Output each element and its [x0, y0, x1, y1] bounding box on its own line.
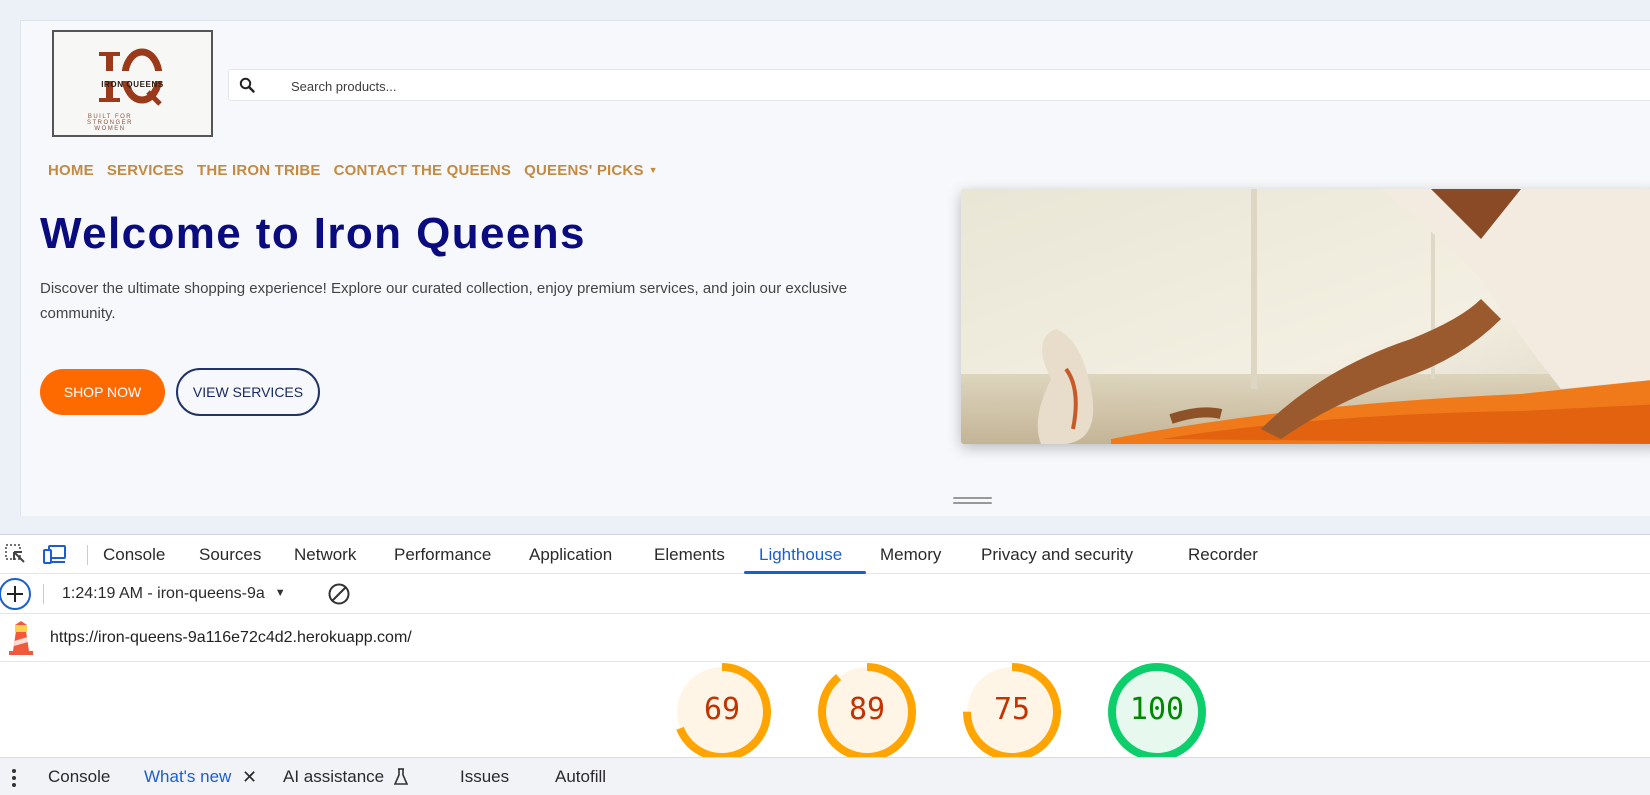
clear-reports-icon[interactable]	[327, 582, 351, 606]
report-select-value: 1:24:19 AM - iron-queens-9a	[62, 585, 265, 602]
logo-brand-name: IRON QUEENS	[101, 80, 164, 89]
lighthouse-icon	[9, 621, 33, 655]
tab-application[interactable]: Application	[529, 545, 612, 565]
experiment-flask-icon	[394, 768, 408, 785]
nav-queens-picks-label: QUEENS' PICKS	[524, 162, 644, 179]
drawer-tab-issues[interactable]: Issues	[460, 767, 509, 787]
search-bar	[228, 69, 1650, 101]
hero-description: Discover the ultimate shopping experienc…	[40, 280, 848, 322]
tab-lighthouse[interactable]: Lighthouse	[759, 545, 842, 565]
tab-privacy-security[interactable]: Privacy and security	[981, 545, 1133, 565]
lighthouse-toolbar: 1:24:19 AM - iron-queens-9a ▼	[0, 574, 1650, 614]
tab-console[interactable]: Console	[103, 545, 165, 565]
drawer-tab-bar: Console What's new ✕ AI assistance Issue…	[0, 757, 1650, 795]
main-nav: HOME SERVICES THE IRON TRIBE CONTACT THE…	[48, 162, 671, 182]
chevron-down-icon: ▼	[274, 587, 286, 599]
woman-stretching-photo	[961, 189, 1650, 444]
score-gauge-1[interactable]: 69	[672, 662, 772, 757]
score-gauge-3-value: 75	[993, 692, 1031, 727]
more-options-icon[interactable]	[10, 768, 18, 788]
toolbar-divider	[43, 584, 44, 604]
search-icon[interactable]	[239, 77, 255, 93]
tab-network[interactable]: Network	[294, 545, 356, 565]
nav-contact[interactable]: CONTACT THE QUEENS	[334, 162, 512, 182]
close-tab-icon[interactable]: ✕	[242, 767, 257, 788]
page-viewport: IRON QUEENS BUILT FOR STRONGER WOMEN HOM…	[20, 20, 1650, 516]
tab-memory[interactable]: Memory	[880, 545, 941, 565]
score-gauge-1-value: 69	[703, 692, 741, 727]
score-gauge-2[interactable]: 89	[817, 662, 917, 757]
audited-url-bar: https://iron-queens-9a116e72c4d2.herokua…	[0, 614, 1650, 662]
toolbar-divider	[87, 545, 88, 565]
nav-queens-picks-dropdown[interactable]: QUEENS' PICKS ▼	[524, 162, 658, 182]
audited-url: https://iron-queens-9a116e72c4d2.herokua…	[50, 629, 412, 646]
site-logo[interactable]: IRON QUEENS BUILT FOR STRONGER WOMEN	[52, 30, 213, 137]
nav-home[interactable]: HOME	[48, 162, 94, 182]
viewport-resize-handle[interactable]	[953, 497, 992, 505]
tab-sources[interactable]: Sources	[199, 545, 261, 565]
nav-services[interactable]: SERVICES	[107, 162, 184, 182]
device-toolbar-icon[interactable]	[43, 543, 67, 565]
score-gauge-4-value: 100	[1129, 692, 1185, 727]
hero-title: Welcome to Iron Queens	[40, 209, 586, 258]
score-gauge-3[interactable]: 75	[962, 662, 1062, 757]
score-gauge-2-value: 89	[848, 692, 886, 727]
logo-tagline: BUILT FOR STRONGER WOMEN	[86, 114, 133, 132]
lighthouse-scores: 69 89 75 100	[0, 662, 1650, 757]
devtools-tab-bar: Console Sources Network Performance Appl…	[0, 534, 1650, 574]
tab-performance[interactable]: Performance	[394, 545, 491, 565]
drawer-tab-autofill[interactable]: Autofill	[555, 767, 606, 787]
search-input[interactable]	[289, 74, 993, 98]
iq-monogram-logo	[94, 48, 174, 106]
drawer-tab-console[interactable]: Console	[48, 767, 110, 787]
score-gauge-4[interactable]: 100	[1107, 662, 1207, 757]
tab-recorder[interactable]: Recorder	[1188, 545, 1258, 565]
tab-elements[interactable]: Elements	[654, 545, 725, 565]
shop-now-button[interactable]: SHOP NOW	[40, 369, 165, 415]
nav-iron-tribe[interactable]: THE IRON TRIBE	[197, 162, 321, 182]
dropdown-caret-icon: ▼	[648, 165, 658, 175]
report-select-dropdown[interactable]: 1:24:19 AM - iron-queens-9a ▼	[62, 585, 286, 603]
inspect-element-icon[interactable]	[4, 543, 28, 565]
view-services-button[interactable]: VIEW SERVICES	[176, 368, 320, 416]
hero-image	[961, 189, 1650, 444]
drawer-tab-whats-new[interactable]: What's new	[144, 767, 231, 787]
new-report-add-icon[interactable]	[0, 578, 32, 610]
drawer-tab-ai-assistance[interactable]: AI assistance	[283, 767, 384, 787]
